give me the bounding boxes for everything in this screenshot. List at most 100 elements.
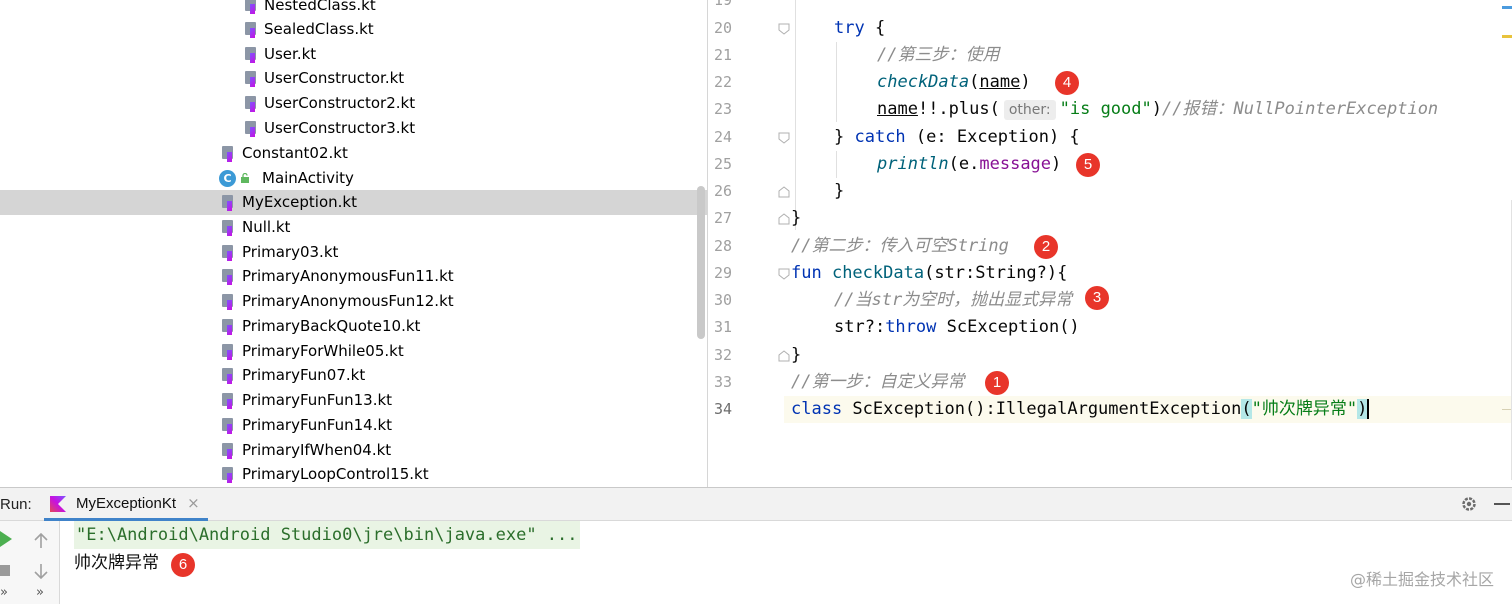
code-line-21[interactable]: //第三步：使用: [877, 42, 999, 69]
kotlin-file-icon: [244, 0, 260, 14]
indent-guide: [795, 0, 796, 230]
rerun-icon[interactable]: [0, 531, 12, 547]
tree-item-primary03[interactable]: Primary03.kt: [0, 240, 707, 265]
tree-item-nestedclass[interactable]: NestedClass.kt: [0, 0, 707, 18]
warning-stripe-marker[interactable]: [1502, 35, 1512, 38]
parameter-hint: other:: [1003, 100, 1056, 120]
code-text: {: [864, 18, 886, 38]
tree-item-mainactivity[interactable]: C MainActivity: [0, 166, 707, 191]
tree-item-label: UserConstructor3.kt: [264, 119, 416, 137]
code-line-29[interactable]: fun checkData(str:String?){: [791, 260, 1067, 287]
annotation-badge: 3: [1085, 286, 1109, 310]
fold-arrow-icon[interactable]: [778, 23, 790, 35]
tree-item-label: PrimaryBackQuote10.kt: [242, 317, 421, 335]
line-number: 24: [714, 128, 733, 146]
tree-item-primaryfun07[interactable]: PrimaryFun07.kt: [0, 363, 707, 388]
code-line-31[interactable]: str?:throw ScException(): [834, 314, 1080, 341]
run-tab[interactable]: MyExceptionKt ×: [44, 488, 208, 521]
code-comment: //当str为空时，抛出显式异常: [834, 290, 1073, 310]
code-line-25[interactable]: println(e.message): [877, 151, 1061, 178]
tree-item-label: PrimaryAnonymousFun11.kt: [242, 267, 454, 285]
tree-item-user[interactable]: User.kt: [0, 42, 707, 67]
code-line-22[interactable]: checkData(name): [877, 69, 1031, 96]
kotlin-file-icon: [244, 22, 260, 38]
tree-item-userconstructor[interactable]: UserConstructor.kt: [0, 66, 707, 91]
indent-guide: [836, 42, 837, 122]
code-line-20[interactable]: try {: [834, 15, 885, 42]
tree-item-primaryanonymousfun11[interactable]: PrimaryAnonymousFun11.kt: [0, 264, 707, 289]
console-output-line: 帅次牌异常: [74, 553, 159, 573]
code-line-28[interactable]: //第二步：传入可空String: [791, 233, 1009, 260]
code-text: ScException():IllegalArgumentException: [842, 399, 1242, 419]
tree-item-myexception[interactable]: MyException.kt: [0, 190, 707, 215]
kotlin-file-icon: [221, 418, 237, 434]
stop-icon[interactable]: [0, 565, 10, 576]
code-editor[interactable]: 19 20 21 22 23 24 25 26 27 28 29 30 31 3…: [708, 0, 1512, 487]
fold-end-icon[interactable]: [778, 213, 790, 225]
tree-item-primaryloopcontrol15[interactable]: PrimaryLoopControl15.kt: [0, 462, 707, 487]
kotlin-file-icon: [221, 269, 237, 285]
code-line-27[interactable]: }: [791, 205, 801, 232]
code-text: ScException(): [936, 317, 1080, 337]
tree-item-sealedclass[interactable]: SealedClass.kt: [0, 17, 707, 42]
code-line-24[interactable]: } catch (e: Exception) {: [834, 124, 1080, 151]
annotation-badge: 5: [1076, 153, 1100, 177]
error-stripe-marker[interactable]: [1502, 6, 1512, 9]
code-text: (str:String?){: [924, 263, 1068, 283]
fold-arrow-icon[interactable]: [778, 132, 790, 144]
code-line-32[interactable]: }: [791, 342, 801, 369]
kotlin-file-icon: [221, 220, 237, 236]
code-line-34[interactable]: class ScException():IllegalArgumentExcep…: [791, 396, 1370, 423]
tree-item-userconstructor2[interactable]: UserConstructor2.kt: [0, 91, 707, 116]
more-actions-icon[interactable]: »: [36, 585, 44, 600]
tree-item-constant02[interactable]: Constant02.kt: [0, 141, 707, 166]
tree-item-primaryifwhen04[interactable]: PrimaryIfWhen04.kt: [0, 438, 707, 463]
code-comment: //第一步：自定义异常: [791, 372, 965, 392]
indent-guide: [836, 151, 837, 178]
tree-item-null[interactable]: Null.kt: [0, 215, 707, 240]
tree-item-primarybackquote10[interactable]: PrimaryBackQuote10.kt: [0, 314, 707, 339]
more-actions-icon[interactable]: »: [0, 585, 8, 600]
tree-item-label: Null.kt: [242, 218, 291, 236]
project-tree: NestedClass.kt SealedClass.kt User.kt Us…: [0, 0, 708, 487]
tree-item-label: UserConstructor.kt: [264, 69, 405, 87]
tree-scrollbar[interactable]: [697, 186, 705, 339]
tree-item-label: PrimaryFun07.kt: [242, 366, 366, 384]
gear-icon[interactable]: [1460, 495, 1478, 513]
code-function-declaration: checkData: [821, 263, 925, 283]
annotation-badge: 2: [1034, 235, 1058, 259]
kotlin-file-icon: [221, 146, 237, 162]
code-text: str?:: [834, 317, 886, 337]
kotlin-file-icon: [244, 47, 260, 63]
tree-item-userconstructor3[interactable]: UserConstructor3.kt: [0, 116, 707, 141]
watermark: @稀土掘金技术社区: [1349, 570, 1494, 589]
tree-item-primaryfunfun13[interactable]: PrimaryFunFun13.kt: [0, 388, 707, 413]
tree-item-label: PrimaryForWhile05.kt: [242, 342, 404, 360]
tree-item-primaryfunfun14[interactable]: PrimaryFunFun14.kt: [0, 413, 707, 438]
line-number: 25: [714, 155, 733, 173]
fold-end-icon[interactable]: [778, 186, 790, 198]
kotlin-file-icon: [221, 245, 237, 261]
annotation-badge: 4: [1055, 71, 1079, 95]
tree-item-label: User.kt: [264, 45, 317, 63]
console-output[interactable]: "E:\Android\Android Studio0\jre\bin\java…: [60, 521, 1512, 604]
code-line-30[interactable]: //当str为空时，抛出显式异常: [834, 287, 1072, 314]
code-text: }: [834, 127, 855, 147]
arrow-up-icon[interactable]: [34, 533, 48, 549]
code-comment: //第二步：传入可空String: [791, 236, 1009, 256]
code-keyword: throw: [885, 317, 937, 337]
code-line-23[interactable]: name!!.plus(other: "is good")//报错：NullPoi…: [877, 96, 1438, 123]
fold-end-icon[interactable]: [778, 350, 790, 362]
minimize-icon[interactable]: [1494, 503, 1510, 505]
code-line-33[interactable]: //第一步：自定义异常: [791, 369, 964, 396]
kotlin-file-icon: [221, 195, 237, 211]
tree-item-primaryanonymousfun12[interactable]: PrimaryAnonymousFun12.kt: [0, 289, 707, 314]
kotlin-file-icon: [244, 121, 260, 137]
fold-arrow-icon[interactable]: [778, 268, 790, 280]
code-line-26[interactable]: }: [834, 178, 844, 205]
tree-item-label: PrimaryIfWhen04.kt: [242, 441, 392, 459]
arrow-down-icon[interactable]: [34, 563, 48, 579]
kotlin-file-icon: [244, 96, 260, 112]
close-tab-icon[interactable]: ×: [187, 494, 200, 512]
tree-item-primaryforwhile05[interactable]: PrimaryForWhile05.kt: [0, 339, 707, 364]
